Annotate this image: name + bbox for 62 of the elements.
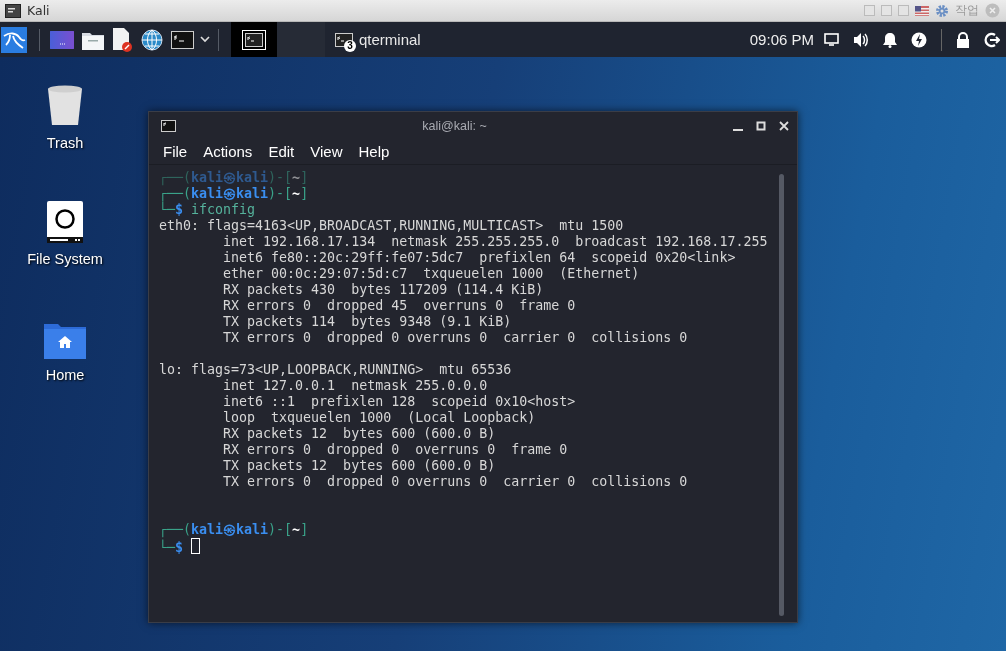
desktop-shortcut[interactable]: Trash — [0, 77, 130, 171]
restore-icon[interactable] — [864, 5, 875, 16]
output-line: RX packets 12 bytes 600 (600.0 B) — [222, 426, 496, 442]
desktop-shortcut[interactable]: Home — [0, 309, 130, 403]
trash-icon — [47, 85, 83, 127]
menu-item[interactable]: Edit — [260, 143, 303, 160]
output-line: RX packets 430 bytes 117209 (114.4 KiB) — [222, 282, 544, 298]
prompt-line: ┌──(kali㉿kali)-[~] — [159, 522, 309, 538]
bell-icon — [883, 31, 897, 48]
logout-icon — [984, 31, 1000, 48]
desktop-shortcut[interactable]: File System — [0, 193, 130, 287]
chevron-down-icon — [200, 36, 210, 43]
output-line: inet6 fe80::20c:29ff:fe07:5dc7 prefixlen 64 scopeid 0x20<link> — [222, 250, 736, 266]
lock-icon — [956, 31, 970, 48]
output-line: RX errors 0 dropped 45 overruns 0 frame 0 — [222, 298, 576, 314]
close-icon — [985, 3, 1000, 18]
dragon-logo-icon — [1, 26, 27, 53]
gear-icon — [935, 3, 949, 18]
menu-item[interactable]: Actions — [195, 143, 261, 160]
globe-icon — [141, 28, 163, 51]
close-icon — [779, 120, 789, 131]
display-icon — [824, 33, 839, 46]
maximize-icon — [756, 120, 766, 131]
home-folder-icon — [44, 324, 86, 359]
output-line: loop txqueuelen 1000 (Local Loopback) — [222, 410, 536, 426]
minimize-icon — [733, 128, 743, 131]
prompt-line: ┌──(kali㉿kali)-[~] — [159, 186, 309, 202]
output-line: TX errors 0 dropped 0 overruns 0 carrier 0 collisions 0 — [222, 330, 688, 346]
output-line: inet6 ::1 prefixlen 128 scopeid 0x10<host> — [222, 394, 576, 410]
output-line: lo: flags=73<UP,LOOPBACK,RUNNING> mtu 65536 — [159, 362, 512, 378]
command-line: └─$ ifconfig — [159, 202, 256, 218]
window-title: Kali — [27, 3, 50, 18]
app-window-icon — [5, 3, 21, 18]
terminal-icon — [335, 32, 353, 47]
power-bolt-icon — [911, 31, 927, 48]
output-line: inet 127.0.0.1 netmask 255.0.0.0 — [222, 378, 488, 394]
tile-icon[interactable] — [881, 5, 892, 16]
terminal-icon — [245, 32, 263, 47]
output-line: ether 00:0c:29:07:5d:c7 txqueuelen 1000 (Ethernet) — [222, 266, 640, 282]
menu-item[interactable]: Help — [350, 143, 398, 160]
volume-icon — [853, 31, 869, 48]
command-line: └─$ — [159, 538, 201, 554]
taskbar-button[interactable] — [231, 22, 277, 57]
menu-item[interactable]: File — [155, 143, 196, 160]
terminal-icon — [161, 119, 176, 132]
output-line: inet 192.168.17.134 netmask 255.255.255.0 broadcast 192.168.17.255 — [222, 234, 768, 250]
window-title: kali@kali: ~ — [421, 118, 488, 133]
menu-item[interactable]: View — [302, 143, 351, 160]
desktop-icon — [50, 30, 74, 49]
flag-icon — [915, 5, 929, 16]
window-icon[interactable] — [898, 5, 909, 16]
terminal-icon — [171, 30, 194, 49]
drive-icon — [47, 201, 83, 243]
output-line: TX packets 12 bytes 600 (600.0 B) — [222, 458, 496, 474]
document-icon — [112, 27, 133, 52]
output-line: TX errors 0 dropped 0 overruns 0 carrier 0 collisions 0 — [222, 474, 688, 490]
faded-prompt-line: ┌──(kali㉿kali)-[~] — [159, 170, 309, 186]
scrollbar[interactable] — [779, 174, 784, 616]
clock[interactable]: 09:06 PM — [749, 31, 814, 48]
output-line: eth0: flags=4163<UP,BROADCAST,RUNNING,MULTICAST> mtu 1500 — [159, 218, 624, 234]
output-line: TX packets 114 bytes 9348 (9.1 KiB) — [222, 314, 512, 330]
output-line: RX errors 0 dropped 0 overruns 0 frame 0 — [222, 442, 568, 458]
